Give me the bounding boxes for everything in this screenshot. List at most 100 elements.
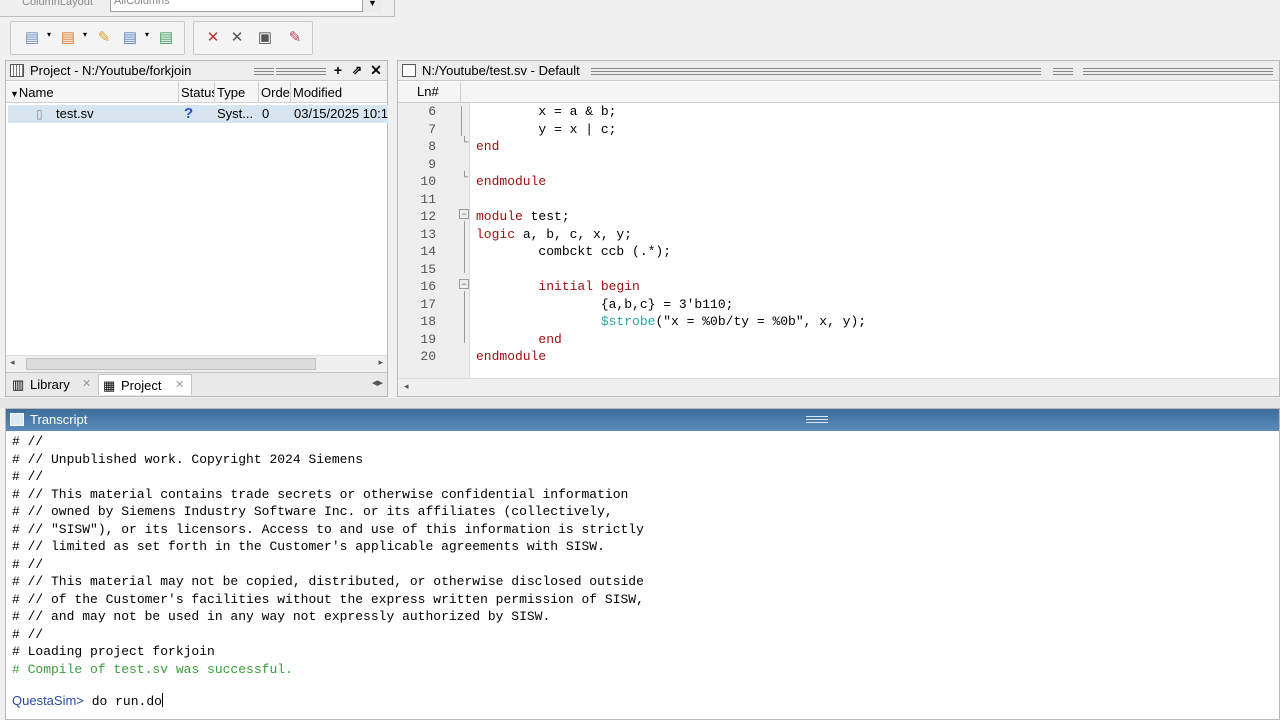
line-number: 15 — [420, 261, 436, 277]
transcript-output: # // # // Unpublished work. Copyright 202… — [12, 433, 644, 678]
code-line: module test; — [476, 209, 570, 224]
transcript-line: # // — [12, 556, 44, 572]
compile-toolbar-group: ▤ ▾ ▤ ▾ ✎ ▤ ▾ ▤ — [10, 21, 185, 55]
chevron-down-icon[interactable]: ▾ — [145, 30, 149, 39]
line-numbers: 6 7 8 9 10 11 12 13 14 15 16 17 18 19 20 — [398, 103, 436, 366]
close-icon[interactable]: ✕ — [82, 374, 91, 395]
main-toolbar: ▤ ▾ ▤ ▾ ✎ ▤ ▾ ▤ ✕ ✕ ▣ ✎ — [0, 18, 1280, 58]
project-icon: ▦ — [103, 378, 116, 393]
row-order: 0 — [262, 106, 270, 121]
horizontal-scrollbar[interactable]: ◂ ▸ — [6, 355, 387, 372]
line-number: 14 — [420, 244, 436, 259]
column-header-modified[interactable]: Modified — [291, 82, 387, 103]
tab-project[interactable]: ▦ Project ✕ — [98, 374, 192, 395]
simulate-toolbar-group: ✕ ✕ ▣ ✎ — [193, 21, 313, 55]
column-header-type[interactable]: Type — [215, 82, 259, 103]
scrollbar-thumb[interactable] — [26, 358, 316, 370]
code-line: logic a, b, c, x, y; — [476, 226, 633, 242]
chevron-down-icon[interactable]: ▼ — [362, 0, 382, 12]
transcript-pane: Transcript # // # // Unpublished work. Co… — [5, 408, 1280, 720]
line-number: 7 — [428, 121, 436, 137]
column-header-status[interactable]: Status — [179, 82, 215, 103]
line-number: 13 — [420, 226, 436, 242]
project-settings-icon[interactable]: ▤ — [155, 28, 177, 48]
line-number: 10 — [420, 174, 436, 189]
line-number: 11 — [420, 191, 436, 207]
text-caret — [161, 693, 163, 707]
sort-icon: ▼ — [10, 89, 19, 99]
grip-icon[interactable] — [276, 67, 326, 75]
close-icon[interactable]: ✕ — [175, 375, 184, 396]
scroll-left-icon[interactable]: ◂ — [10, 357, 15, 368]
add-icon[interactable]: + — [330, 62, 346, 79]
compile-all-icon[interactable]: ▤ — [57, 28, 79, 48]
transcript-line: # // owned by Siemens Industry Software … — [12, 504, 613, 519]
tab-scroll-icon[interactable]: ◂▸ — [372, 376, 383, 389]
file-icon: ▯ — [36, 107, 43, 121]
table-row[interactable]: ▯ test.sv ? Syst... 0 03/15/2025 10:1 — [8, 105, 388, 123]
line-number-header: Ln# — [398, 82, 1279, 103]
transcript-line: # // This material contains trade secret… — [12, 486, 629, 502]
command-line[interactable]: QuestaSim> do run.do — [12, 693, 163, 709]
project-pane: Project - N:/Youtube/forkjoin + ⇗ ✕ ▼Nam… — [5, 60, 388, 397]
transcript-title: Transcript — [30, 412, 88, 427]
line-number-header-label: Ln# — [417, 84, 439, 99]
line-number: 12 — [420, 209, 436, 224]
fold-collapse-icon[interactable]: − — [459, 279, 469, 289]
code-line: combckt ccb (.*); — [476, 244, 672, 259]
compile-options-icon[interactable]: ✎ — [93, 28, 115, 48]
grip-icon[interactable] — [1083, 67, 1273, 75]
fold-line — [464, 291, 465, 343]
fold-collapse-icon[interactable]: − — [459, 209, 469, 219]
row-type: Syst... — [217, 106, 254, 121]
prompt-label: QuestaSim> — [12, 693, 84, 708]
project-pane-title: Project - N:/Youtube/forkjoin — [30, 63, 192, 78]
scroll-right-icon[interactable]: ▸ — [378, 357, 383, 368]
tab-library[interactable]: ▥ Library ✕ — [8, 374, 98, 395]
grip-icon[interactable] — [591, 67, 1041, 75]
transcript-line: # // of the Customer's facilities withou… — [12, 591, 644, 607]
fold-end-icon: └ — [461, 172, 469, 183]
row-name: test.sv — [56, 106, 94, 121]
transcript-line: # // — [12, 469, 44, 484]
code-line: {a,b,c} = 3'b110; — [476, 296, 734, 312]
line-number: 16 — [420, 279, 436, 294]
line-number: 17 — [420, 296, 436, 312]
transcript-line: # // "SISW"), or its licensors. Access t… — [12, 521, 644, 537]
chevron-down-icon[interactable]: ▾ — [83, 30, 87, 39]
undock-icon[interactable]: ⇗ — [349, 62, 365, 79]
close-icon[interactable]: ✕ — [226, 28, 248, 48]
horizontal-scrollbar[interactable]: ◂ — [398, 378, 1279, 396]
grip-icon[interactable] — [1053, 67, 1073, 75]
fold-line — [461, 106, 462, 136]
code-line: initial begin — [538, 279, 640, 294]
code-line: x = a & b; — [476, 104, 617, 119]
row-modified: 03/15/2025 10:1 — [294, 106, 388, 121]
column-header-order[interactable]: Order — [259, 82, 291, 103]
layout-label: ColumnLayout — [22, 0, 93, 8]
code-line: y = x | c; — [476, 121, 617, 137]
remove-icon[interactable]: ✕ — [202, 28, 224, 48]
code-line: end — [538, 331, 562, 347]
compile-icon[interactable]: ▤ — [21, 28, 43, 48]
layout-combo[interactable]: AllColumns — [110, 0, 382, 12]
break-icon[interactable]: ✎ — [284, 28, 306, 48]
code-editor[interactable]: x = a & b; y = x | c; end endmodule modu… — [476, 103, 866, 366]
library-icon: ▥ — [12, 377, 25, 392]
close-icon[interactable]: ✕ — [368, 62, 384, 79]
code-line: $strobe("x = %0b/ty = %0b", x, y); — [600, 314, 867, 329]
command-input[interactable]: do run.do — [84, 694, 162, 709]
chevron-down-icon[interactable]: ▾ — [47, 30, 51, 39]
line-number: 18 — [420, 314, 436, 329]
add-to-project-icon[interactable]: ▤ — [119, 28, 141, 48]
transcript-success-line: # Compile of test.sv was successful. — [12, 661, 293, 677]
pane-splitter[interactable] — [0, 398, 1280, 408]
scroll-left-icon[interactable]: ◂ — [404, 381, 409, 392]
line-number: 20 — [420, 349, 436, 364]
grip-icon[interactable] — [806, 415, 828, 423]
column-header-name[interactable]: ▼Name — [6, 82, 179, 103]
fold-line — [464, 221, 465, 273]
simulate-icon[interactable]: ▣ — [254, 28, 276, 48]
grip-icon[interactable] — [254, 67, 274, 75]
code-line: end — [476, 139, 500, 154]
